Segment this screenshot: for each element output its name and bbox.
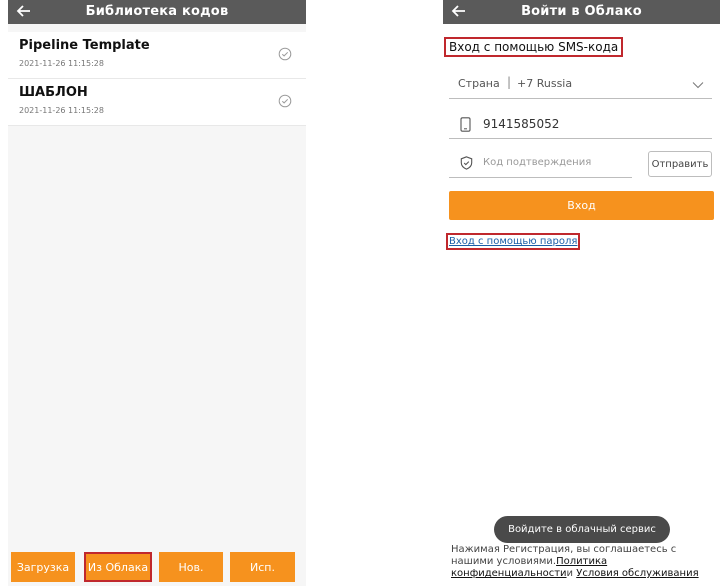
code-list: Pipeline Template 2021-11-26 11:15:28 ША… [8, 32, 306, 126]
country-label: Страна [458, 77, 500, 90]
country-select[interactable]: Страна | +7 Russia [449, 72, 712, 99]
shield-check-icon [460, 156, 473, 170]
login-button[interactable]: Вход [449, 191, 714, 220]
check-circle-icon[interactable] [278, 47, 292, 61]
cloud-login-screen: Войти в Облако Вход с помощью SMS-кода С… [443, 0, 720, 586]
password-login-link[interactable]: Вход с помощью пароля [445, 233, 581, 250]
page-title: Войти в Облако [521, 4, 642, 19]
send-code-button[interactable]: Отправить [648, 151, 712, 177]
check-circle-icon[interactable] [278, 94, 292, 108]
login-header: Войти в Облако [443, 0, 720, 24]
load-button[interactable]: Загрузка [11, 552, 75, 582]
chevron-down-icon[interactable] [692, 81, 704, 89]
country-separator: | [507, 75, 512, 89]
item-title: ШАБЛОН [19, 85, 88, 100]
new-button[interactable]: Нов. [159, 552, 223, 582]
use-button[interactable]: Исп. [230, 552, 295, 582]
country-value: +7 Russia [517, 77, 573, 90]
phone-icon [460, 117, 471, 132]
page-title: Библиотека кодов [85, 4, 229, 19]
list-item[interactable]: ШАБЛОН 2021-11-26 11:15:28 [8, 79, 306, 126]
terms-and: и [566, 568, 574, 579]
sms-login-title: Вход с помощью SMS-кода [443, 37, 624, 57]
list-item[interactable]: Pipeline Template 2021-11-26 11:15:28 [8, 32, 306, 79]
terms-of-service-link[interactable]: Условия обслуживания [576, 568, 698, 579]
verification-code-field[interactable]: Код подтверждения [449, 151, 632, 178]
phone-value: 9141585052 [483, 117, 560, 131]
code-placeholder: Код подтверждения [483, 157, 592, 168]
toast-message: Войдите в облачный сервис [494, 516, 670, 543]
item-date: 2021-11-26 11:15:28 [19, 59, 104, 68]
terms-text: Нажимая Регистрация, вы соглашаетесь с н… [451, 544, 717, 580]
phone-field[interactable]: 9141585052 [449, 112, 712, 139]
item-date: 2021-11-26 11:15:28 [19, 106, 104, 115]
from-cloud-button[interactable]: Из Облака [84, 552, 152, 582]
code-library-screen: Библиотека кодов Pipeline Template 2021-… [8, 0, 306, 586]
bottom-toolbar: Загрузка Из Облака Нов. Исп. [8, 552, 306, 582]
item-title: Pipeline Template [19, 38, 150, 53]
library-header: Библиотека кодов [8, 0, 306, 24]
